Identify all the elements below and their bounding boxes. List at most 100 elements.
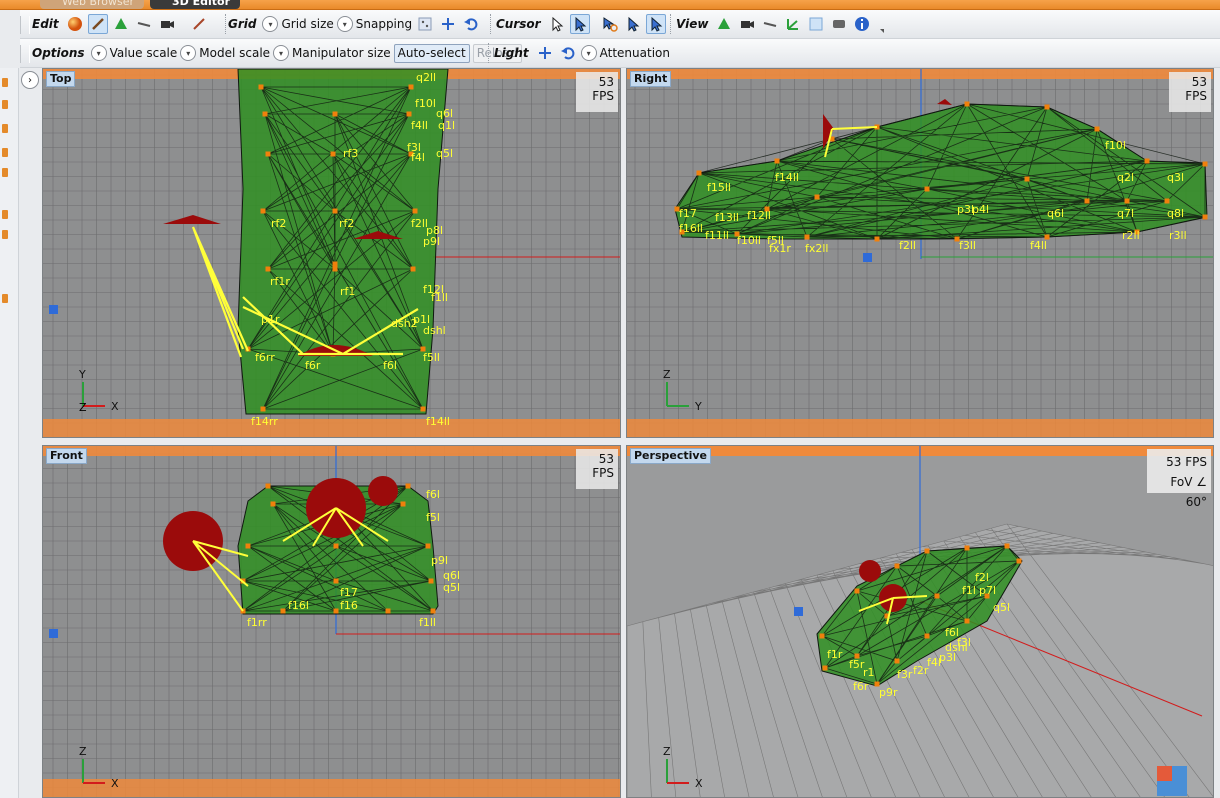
vertex-label: f17 xyxy=(340,586,358,599)
vertex-handle xyxy=(1044,104,1050,110)
select-arrow-icon[interactable] xyxy=(569,14,590,34)
scale-cursor-icon[interactable] xyxy=(623,14,643,34)
view-line-icon[interactable] xyxy=(760,14,780,34)
vertex-handle xyxy=(822,665,828,671)
vertex-label: fx2ll xyxy=(805,242,829,255)
view-cone-icon[interactable] xyxy=(714,14,734,34)
edit-group-label: Edit xyxy=(32,17,59,31)
value-scale-dropdown-icon[interactable]: ▾ xyxy=(90,45,107,61)
rotate-cursor-icon[interactable] xyxy=(600,14,620,34)
light-undo-icon[interactable] xyxy=(558,43,578,63)
sphere-icon[interactable] xyxy=(65,14,85,34)
snapping-dropdown-icon[interactable]: ▾ xyxy=(336,16,353,32)
model-scale-dropdown-icon[interactable]: ▾ xyxy=(180,45,197,61)
vertex-handle xyxy=(260,406,266,412)
brush-icon[interactable] xyxy=(87,14,108,34)
manipulator-size-dropdown-icon[interactable]: ▾ xyxy=(273,45,290,61)
cursor-icon[interactable] xyxy=(547,14,567,34)
view-cube-face xyxy=(1157,766,1172,781)
vertex-handle xyxy=(924,548,930,554)
vertex-label: f15ll xyxy=(707,181,731,194)
viewport-front[interactable]: f6l f5l f17 f16 f1rr f1ll q6l q5l p9l f16l Z X Fron… xyxy=(42,445,621,798)
attenuation-label[interactable]: Attenuation xyxy=(600,46,670,60)
vertex-label: f4ll xyxy=(1030,239,1047,252)
axis-label-vertical: Y xyxy=(78,368,86,381)
vertex-label: f16l xyxy=(288,599,309,612)
toolbar-grip-2[interactable] xyxy=(20,45,30,63)
attenuation-dropdown-icon[interactable]: ▾ xyxy=(580,45,597,61)
auto-select-button[interactable]: Auto-select xyxy=(393,43,470,63)
vertex-handle xyxy=(333,543,339,549)
grid-dots-icon[interactable] xyxy=(415,14,435,34)
line-icon[interactable] xyxy=(134,14,154,34)
vertex-handle xyxy=(410,266,416,272)
vertex-handle xyxy=(270,501,276,507)
viewport-right[interactable]: f10l f15ll f14ll f13ll f17 f16ll f11ll f12ll f10… xyxy=(626,68,1214,438)
vertex-label: f6r xyxy=(305,359,321,372)
vertex-handle xyxy=(1094,126,1100,132)
grid-group-label: Grid xyxy=(228,17,257,31)
viewport-edge-bottom xyxy=(627,419,1213,437)
vertex-label: dsh2 xyxy=(391,317,418,330)
top-view-canvas[interactable]: q2llf10lf4llq6lq1lf4lf3l q5lrf3rf2 rf2 f2ll… xyxy=(43,69,621,438)
light-move-icon[interactable] xyxy=(535,43,555,63)
axis-label-z: Z xyxy=(79,401,87,414)
paint-icon[interactable] xyxy=(189,14,209,34)
viewport-top[interactable]: q2ll f10l f4ll q6l q1l f4l f3l q5l rf3 rf2 rf2 f2ll… xyxy=(42,68,621,438)
view-info-icon[interactable] xyxy=(852,14,872,34)
manipulator-size-label[interactable]: Manipulator size xyxy=(292,46,391,60)
vertex-label: r3ll xyxy=(1169,229,1187,242)
camera-icon[interactable] xyxy=(157,14,177,34)
right-view-canvas[interactable]: f10l f15ll f14ll f13ll f17 f16llf11ll f12ll f10… xyxy=(627,69,1214,438)
tab-3d-editor[interactable]: 3D Editor xyxy=(150,0,241,9)
axis-label-horizontal: X xyxy=(111,777,119,790)
move-cursor-icon[interactable] xyxy=(645,14,666,34)
vertex-label: p3l xyxy=(939,651,956,664)
vertex-label: r2ll xyxy=(1122,229,1140,242)
left-dock-panel xyxy=(0,68,19,798)
move-icon[interactable] xyxy=(438,14,458,34)
vertex-label: f10l xyxy=(1105,139,1126,152)
tab-web-browser[interactable]: Web Browser xyxy=(40,0,145,9)
view-overflow-icon[interactable] xyxy=(875,14,885,34)
cone-icon[interactable] xyxy=(111,14,131,34)
view-disk-icon[interactable] xyxy=(829,14,849,34)
view-box-icon[interactable] xyxy=(806,14,826,34)
vertex-label: q2ll xyxy=(416,71,436,84)
vertex-label: rf2 xyxy=(339,217,354,230)
viewport-perspective[interactable]: f2l f1l p7l q5l f6l dshl f3l p3l f4l f1r f5r r1 f6r p… xyxy=(626,445,1214,798)
collapse-panel-button[interactable]: › xyxy=(21,71,39,89)
viewport-front-label: Front xyxy=(46,448,87,464)
vertex-label: f1l xyxy=(962,584,976,597)
model-scale-label[interactable]: Model scale xyxy=(199,46,270,60)
vertex-label: f4l xyxy=(927,656,941,669)
viewport-edge-bottom xyxy=(43,419,620,437)
grid-size-label[interactable]: Grid size xyxy=(281,17,333,31)
vertex-handle xyxy=(924,633,930,639)
light-group-label: Light xyxy=(494,46,529,60)
vertex-label: p9l xyxy=(423,235,440,248)
viewport-perspective-label: Perspective xyxy=(630,448,712,464)
edit-group: Edit xyxy=(32,13,209,35)
vertex-handle xyxy=(412,208,418,214)
view-axes-icon[interactable] xyxy=(783,14,803,34)
view-camera-icon[interactable] xyxy=(737,14,757,34)
vertex-label: f6l xyxy=(426,488,440,501)
vertex-handle xyxy=(1016,558,1022,564)
vertex-label: q1l xyxy=(438,119,455,132)
grid-size-dropdown-icon[interactable]: ▾ xyxy=(262,16,279,32)
vertex-handle xyxy=(405,483,411,489)
value-scale-label[interactable]: Value scale xyxy=(110,46,178,60)
undo-icon[interactable] xyxy=(461,14,481,34)
light-handle-right xyxy=(863,253,872,262)
viewport-top-label: Top xyxy=(46,71,76,87)
toolbar-grip[interactable] xyxy=(20,16,30,34)
front-view-canvas[interactable]: f6lf5lf17f16f1rr f1llq6lq5lp9lf16lZX xyxy=(43,446,621,798)
vertex-handle xyxy=(385,608,391,614)
axis-label-vertical: Z xyxy=(663,368,671,381)
vertex-handle xyxy=(1024,176,1030,182)
perspective-view-canvas[interactable]: f2lf1l p7lq5lf6ldshlf3lp3lf4lf1rf5rr1f6r p… xyxy=(627,446,1214,798)
light-handle-top xyxy=(49,305,58,314)
vertex-label: f2l xyxy=(975,571,989,584)
snapping-label[interactable]: Snapping xyxy=(356,17,412,31)
